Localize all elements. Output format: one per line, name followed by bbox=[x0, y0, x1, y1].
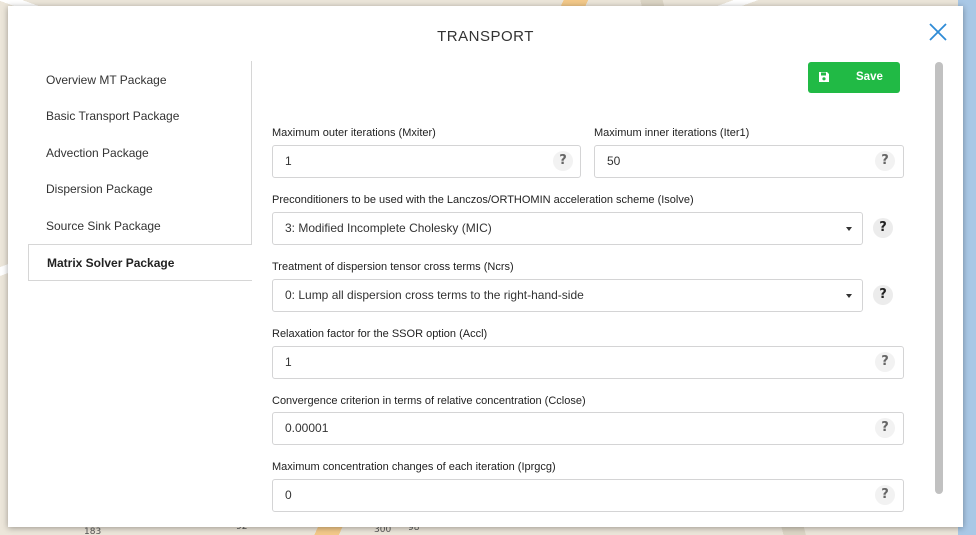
sidebar-item-matrix-solver[interactable]: Matrix Solver Package bbox=[28, 243, 252, 281]
scrollbar[interactable] bbox=[934, 62, 944, 508]
iprgcg-input[interactable]: 0 bbox=[272, 479, 904, 512]
close-button[interactable] bbox=[927, 21, 949, 43]
isolve-help-icon[interactable]: ? bbox=[873, 218, 893, 238]
iprgcg-help-icon[interactable]: ? bbox=[875, 485, 895, 505]
mxiter-input[interactable]: 1 bbox=[272, 145, 581, 178]
sidebar-item-basic-transport[interactable]: Basic Transport Package bbox=[28, 98, 251, 134]
accl-input[interactable]: 1 bbox=[272, 346, 904, 379]
isolve-label: Preconditioners to be used with the Lanc… bbox=[272, 194, 694, 206]
iter1-label: Maximum inner iterations (Iter1) bbox=[594, 127, 750, 139]
chevron-down-icon bbox=[846, 294, 852, 298]
cclose-help-icon[interactable]: ? bbox=[875, 418, 895, 438]
ncrs-help-icon[interactable]: ? bbox=[873, 285, 893, 305]
ncrs-label: Treatment of dispersion tensor cross ter… bbox=[272, 261, 514, 273]
mxiter-help-icon[interactable]: ? bbox=[553, 151, 573, 171]
chevron-down-icon bbox=[846, 227, 852, 231]
floppy-disk-icon bbox=[819, 72, 829, 82]
sidebar-item-overview-mt[interactable]: Overview MT Package bbox=[28, 62, 251, 98]
iter1-input[interactable]: 50 bbox=[594, 145, 904, 178]
sidebar-item-advection[interactable]: Advection Package bbox=[28, 135, 251, 171]
accl-label: Relaxation factor for the SSOR option (A… bbox=[272, 328, 488, 340]
modal-title: TRANSPORT bbox=[437, 28, 534, 45]
mxiter-label: Maximum outer iterations (Mxiter) bbox=[272, 127, 436, 139]
sidebar-item-dispersion[interactable]: Dispersion Package bbox=[28, 171, 251, 207]
package-sidebar: Overview MT Package Basic Transport Pack… bbox=[28, 61, 252, 281]
accl-help-icon[interactable]: ? bbox=[875, 352, 895, 372]
iter1-help-icon[interactable]: ? bbox=[875, 151, 895, 171]
cclose-label: Convergence criterion in terms of relati… bbox=[272, 395, 586, 407]
map-label: 183 bbox=[84, 527, 102, 535]
ncrs-select[interactable]: 0: Lump all dispersion cross terms to th… bbox=[272, 279, 863, 312]
transport-modal: TRANSPORT Overview MT Package Basic Tran… bbox=[8, 6, 963, 527]
save-button[interactable]: Save bbox=[808, 62, 900, 93]
sidebar-item-source-sink[interactable]: Source Sink Package bbox=[28, 208, 251, 244]
ncrs-selected-value: 0: Lump all dispersion cross terms to th… bbox=[285, 288, 584, 302]
scrollbar-thumb[interactable] bbox=[935, 62, 943, 494]
iprgcg-label: Maximum concentration changes of each it… bbox=[272, 461, 556, 473]
isolve-select[interactable]: 3: Modified Incomplete Cholesky (MIC) bbox=[272, 212, 863, 245]
isolve-selected-value: 3: Modified Incomplete Cholesky (MIC) bbox=[285, 221, 492, 235]
cclose-input[interactable]: 0.00001 bbox=[272, 412, 904, 445]
save-label: Save bbox=[856, 71, 883, 83]
close-icon bbox=[929, 23, 947, 41]
